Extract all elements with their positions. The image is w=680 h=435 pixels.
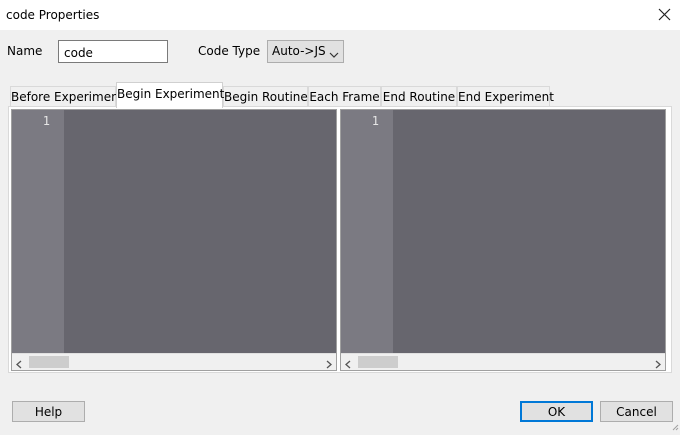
tab-end-experiment[interactable]: End Experiment [457, 86, 554, 107]
code-editor-right[interactable]: 1 [340, 109, 666, 371]
tab-each-frame[interactable]: Each Frame [308, 86, 381, 107]
line-number: 1 [371, 114, 379, 128]
scroll-right-icon[interactable] [326, 358, 333, 372]
scroll-left-icon[interactable] [15, 358, 22, 372]
scroll-left-icon[interactable] [344, 358, 351, 372]
code-type-label: Code Type [198, 44, 261, 58]
help-button[interactable]: Help [12, 401, 85, 422]
title-bar: code Properties [0, 0, 680, 30]
tab-end-routine[interactable]: End Routine [381, 86, 457, 107]
code-type-select[interactable]: Auto->JS [267, 40, 344, 63]
tab-label: Before Experiment [11, 90, 124, 104]
line-number: 1 [42, 114, 50, 128]
tab-begin-experiment[interactable]: Begin Experiment [116, 82, 225, 108]
tab-label: Begin Experiment [117, 87, 225, 101]
tab-label: End Experiment [458, 90, 554, 104]
scrollbar-thumb[interactable] [358, 356, 398, 368]
tab-label: Each Frame [309, 90, 380, 104]
chevron-down-icon [329, 48, 339, 62]
horizontal-scrollbar[interactable] [341, 353, 665, 370]
tab-page: 1 1 [8, 106, 672, 373]
resize-grip-icon[interactable] [671, 420, 679, 434]
cancel-button[interactable]: Cancel [600, 401, 673, 422]
scrollbar-thumb[interactable] [29, 356, 69, 368]
horizontal-scrollbar[interactable] [12, 353, 336, 370]
code-type-value: Auto->JS [272, 44, 326, 58]
tab-before-experiment[interactable]: Before Experiment [10, 86, 123, 107]
close-icon[interactable] [650, 0, 680, 30]
name-label: Name [7, 44, 43, 58]
line-number-gutter: 1 [12, 110, 64, 353]
tab-label: End Routine [382, 90, 456, 104]
code-editor-left[interactable]: 1 [11, 109, 337, 371]
name-field[interactable] [58, 40, 168, 63]
line-number-gutter: 1 [341, 110, 393, 353]
ok-button[interactable]: OK [520, 401, 593, 422]
tab-begin-routine[interactable]: Begin Routine [223, 86, 308, 107]
window-title: code Properties [6, 8, 100, 22]
code-tabs-notebook: Before Experiment Begin Experiment Begin… [8, 80, 672, 373]
scroll-right-icon[interactable] [655, 358, 662, 372]
tab-label: Begin Routine [224, 90, 308, 104]
